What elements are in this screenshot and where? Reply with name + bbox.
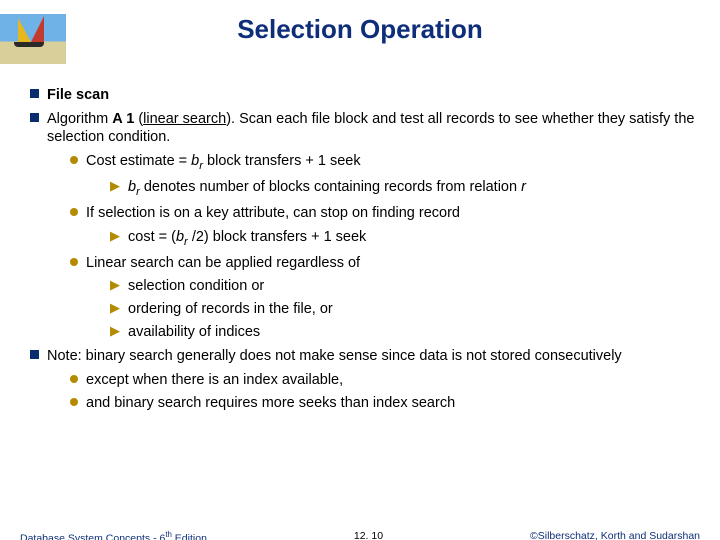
bullet-l2: Cost estimate = br block transfers + 1 s… [70,152,700,173]
bullet-l3: ▶ selection condition or [110,277,700,295]
text: and binary search requires more seeks th… [86,394,700,412]
slide-content: File scan Algorithm A 1 (linear search).… [30,86,700,417]
text: If selection is on a key attribute, can … [86,204,700,222]
square-bullet-icon [30,350,39,359]
dot-bullet-icon [70,375,78,383]
dot-bullet-icon [70,398,78,406]
text: br denotes number of blocks containing r… [128,178,700,199]
bullet-l1: Algorithm A 1 (linear search). Scan each… [30,110,700,146]
footer: Database System Concepts - 6th Edition 1… [20,530,700,540]
text: ordering of records in the file, or [128,300,700,318]
text: Algorithm A 1 (linear search). Scan each… [47,110,700,146]
footer-right: ©Silberschatz, Korth and Sudarshan [530,530,700,540]
bullet-l1: File scan [30,86,700,104]
footer-left: Database System Concepts - 6th Edition [20,530,207,540]
text: File scan [47,87,109,103]
text: Linear search can be applied regardless … [86,254,700,272]
square-bullet-icon [30,113,39,122]
bullet-l2: except when there is an index available, [70,371,700,389]
arrow-bullet-icon: ▶ [110,228,120,244]
text: selection condition or [128,277,700,295]
bullet-l3: ▶ cost = (br /2) block transfers + 1 see… [110,228,700,249]
logo-image [0,14,66,64]
text: Cost estimate = br block transfers + 1 s… [86,152,700,173]
bullet-l2: and binary search requires more seeks th… [70,394,700,412]
text: availability of indices [128,323,700,341]
footer-center: 12. 10 [354,530,383,540]
slide-title: Selection Operation [0,14,720,45]
dot-bullet-icon [70,258,78,266]
text: cost = (br /2) block transfers + 1 seek [128,228,700,249]
dot-bullet-icon [70,208,78,216]
bullet-l2: Linear search can be applied regardless … [70,254,700,272]
bullet-l3: ▶ availability of indices [110,323,700,341]
square-bullet-icon [30,89,39,98]
arrow-bullet-icon: ▶ [110,323,120,339]
bullet-l2: If selection is on a key attribute, can … [70,204,700,222]
arrow-bullet-icon: ▶ [110,300,120,316]
bullet-l3: ▶ ordering of records in the file, or [110,300,700,318]
bullet-l3: ▶ br denotes number of blocks containing… [110,178,700,199]
dot-bullet-icon [70,156,78,164]
bullet-l1: Note: binary search generally does not m… [30,347,700,365]
arrow-bullet-icon: ▶ [110,277,120,293]
text: except when there is an index available, [86,371,700,389]
text: Note: binary search generally does not m… [47,347,700,365]
arrow-bullet-icon: ▶ [110,178,120,194]
